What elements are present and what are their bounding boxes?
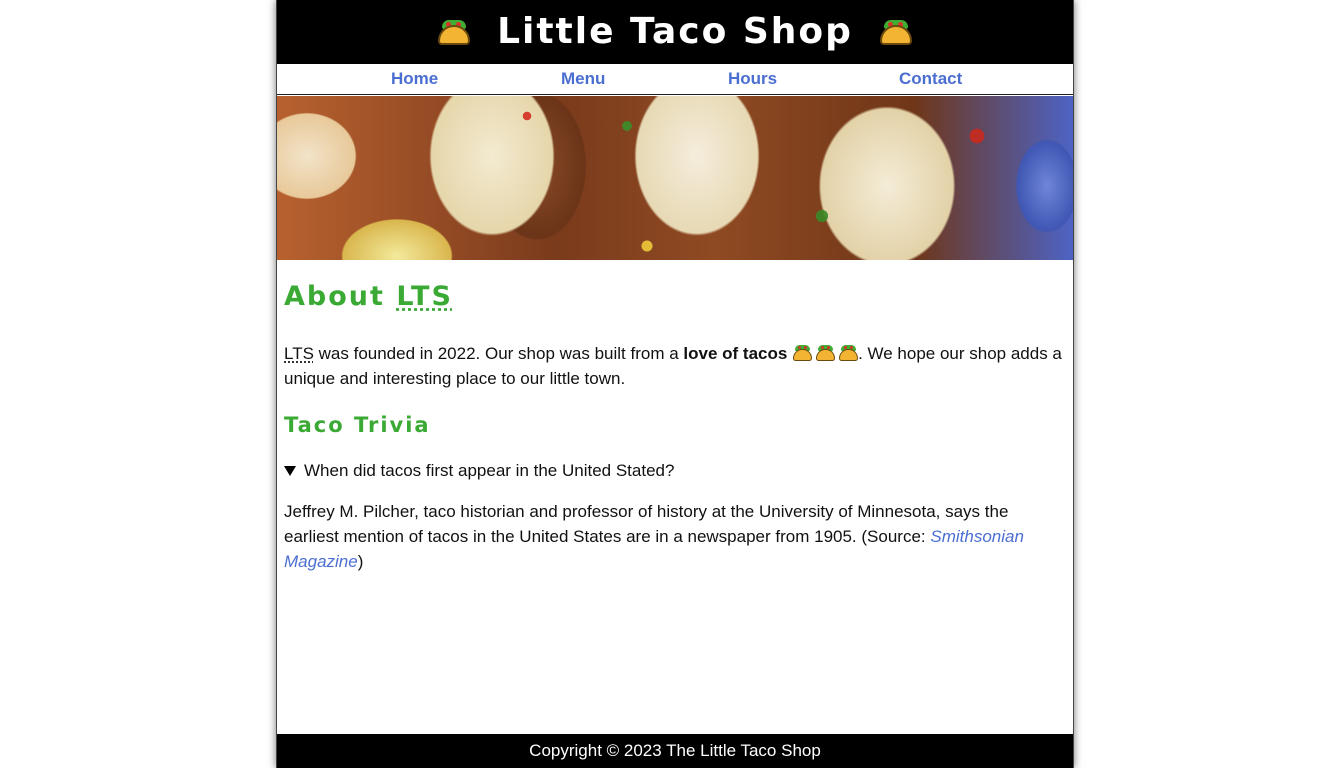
nav-link-menu[interactable]: Menu	[561, 69, 605, 89]
taco-icon	[792, 345, 813, 361]
about-paragraph: LTS was founded in 2022. Our shop was bu…	[284, 344, 1062, 388]
hero-image-detail	[277, 96, 1073, 260]
lts-abbreviation: LTS	[284, 344, 314, 363]
taco-icon	[437, 19, 471, 45]
nav-link-hours[interactable]: Hours	[728, 69, 777, 89]
trivia-question: When did tacos first appear in the Unite…	[304, 461, 675, 480]
taco-icon	[838, 345, 859, 361]
nav-link-home[interactable]: Home	[391, 69, 438, 89]
taco-icon	[815, 345, 836, 361]
nav-link-contact[interactable]: Contact	[899, 69, 962, 89]
disclosure-triangle-icon	[284, 465, 296, 476]
trivia-answer: Jeffrey M. Pilcher, taco historian and p…	[284, 502, 1024, 571]
lts-abbreviation: LTS	[396, 281, 453, 312]
taco-icon	[879, 19, 913, 45]
about-heading: About LTS	[284, 281, 453, 312]
trivia-question-toggle[interactable]: When did tacos first appear in the Unite…	[284, 458, 674, 483]
hero-tacos-image	[277, 96, 1073, 260]
copyright-text: Copyright © 2023 The Little Taco Shop	[529, 741, 821, 760]
site-title: Little Taco Shop	[497, 11, 853, 52]
site-header: Little Taco Shop	[277, 0, 1073, 64]
love-of-tacos-text: love of tacos	[683, 344, 788, 363]
main-nav: Home Menu Hours Contact	[277, 64, 1073, 95]
site-footer: Copyright © 2023 The Little Taco Shop	[277, 734, 1073, 768]
page-container: Little Taco Shop Home Menu Hours Contact…	[276, 0, 1074, 768]
trivia-heading: Taco Trivia	[284, 413, 431, 437]
